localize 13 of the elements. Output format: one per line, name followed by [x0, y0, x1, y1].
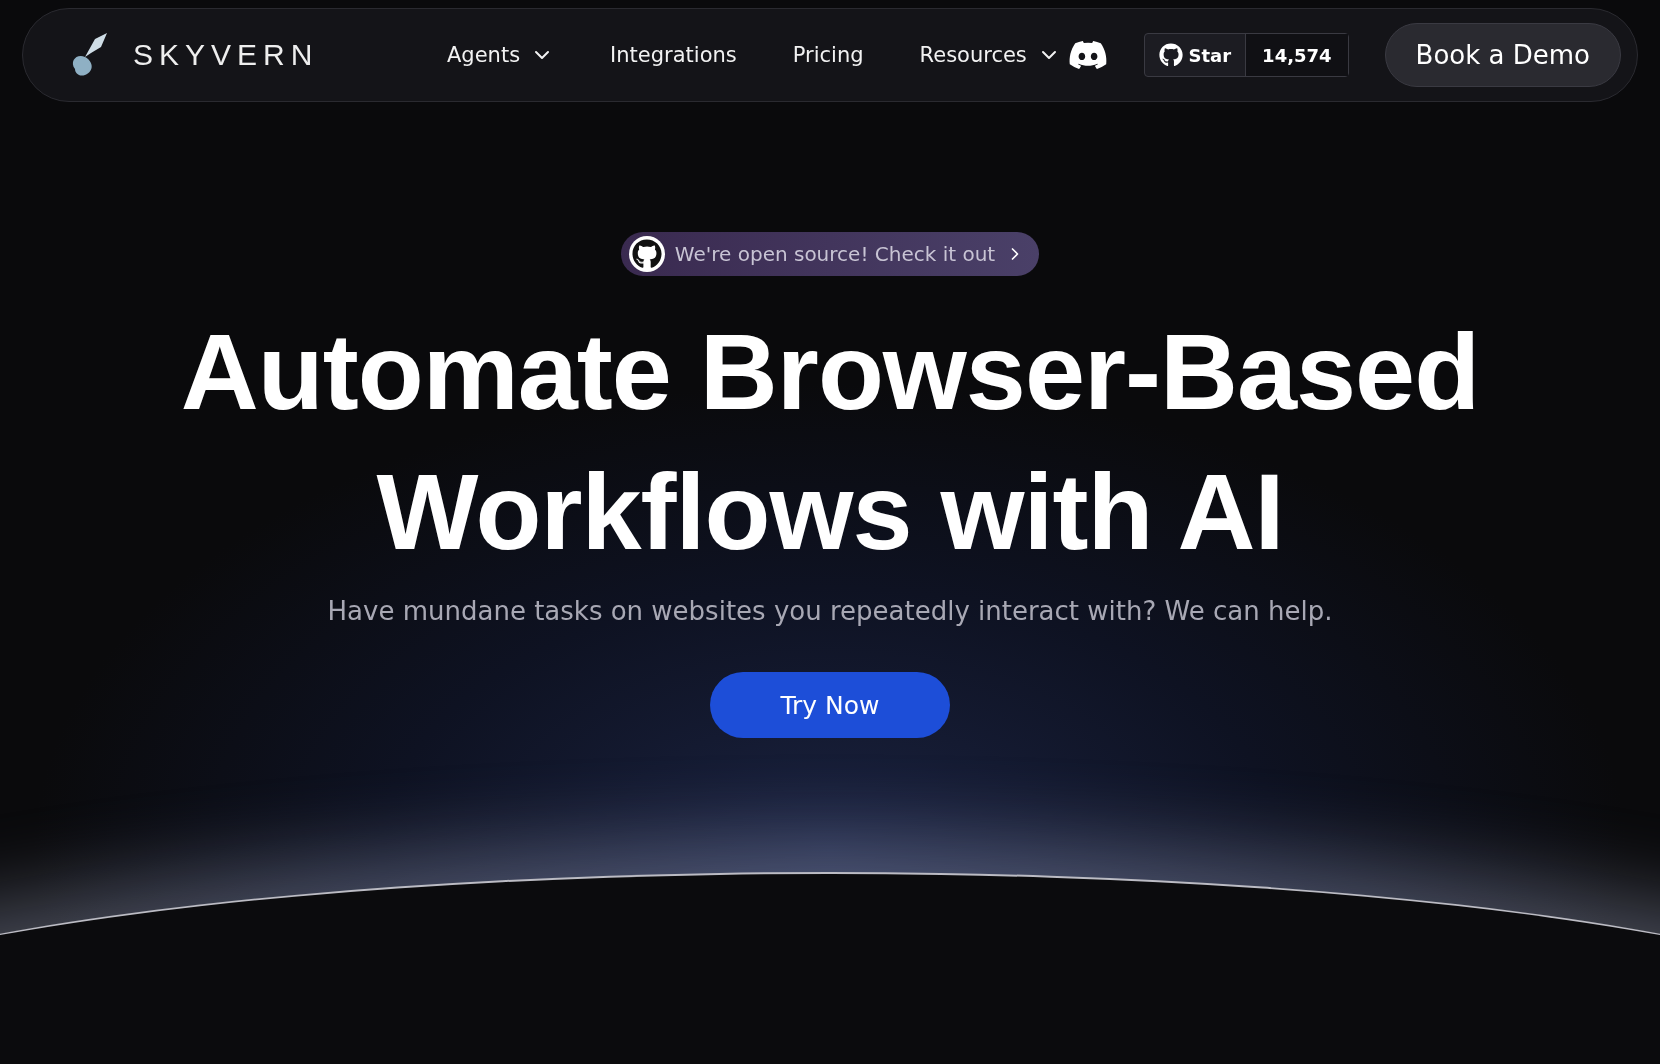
nav-link[interactable]: Integrations	[610, 43, 737, 67]
open-source-badge[interactable]: We're open source! Check it out	[620, 232, 1040, 276]
github-icon	[628, 236, 665, 272]
nav-link[interactable]: Resources	[919, 43, 1061, 67]
github-icon	[1158, 43, 1183, 67]
brand-name: SKYVERN	[133, 38, 319, 72]
headline: Automate Browser-Based Workflows with AI	[180, 310, 1480, 574]
nav-link[interactable]: Agents	[447, 43, 555, 67]
book-demo-button[interactable]: Book a Demo	[1384, 23, 1621, 87]
nav-link[interactable]: Pricing	[792, 43, 864, 67]
star-count: 14,574	[1246, 34, 1348, 76]
subtitle: Have mundane tasks on websites you repeatedly interact with? We can help.	[327, 596, 1333, 626]
try-now-button[interactable]: Try Now	[710, 672, 950, 738]
